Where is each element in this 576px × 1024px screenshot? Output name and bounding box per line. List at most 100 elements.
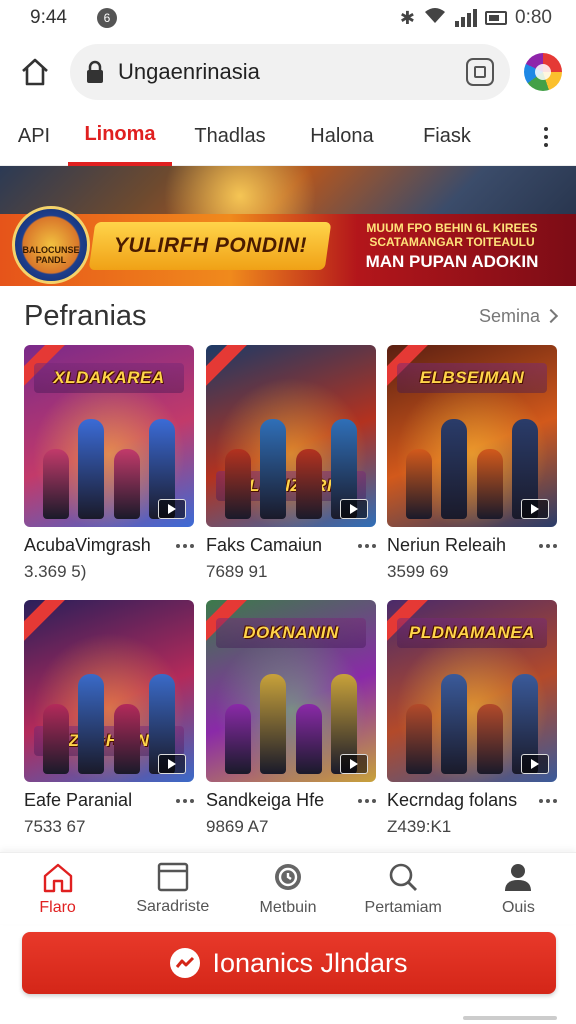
promo-banner[interactable]: BALOCUNSE PANDL YULIRFH PONDIN! MUUM FPO… [0, 166, 576, 286]
wifi-icon [423, 6, 447, 30]
game-card[interactable]: ELRAIZARIN Faks Camaiun 7689 91 [206, 345, 376, 582]
character-figure [224, 449, 251, 519]
game-name: AcubaVimgrash [24, 535, 151, 555]
bluetooth-icon: ✱ [399, 7, 416, 28]
nav-item-saradriste[interactable]: Saradriste [115, 853, 230, 924]
game-card[interactable]: ELBSEIMAN Neriun Releaih 3599 69 [387, 345, 557, 582]
tab-thadlas[interactable]: Thadlas [172, 108, 288, 166]
nav-item-pertamiam[interactable]: Pertamiam [346, 853, 461, 924]
play-badge-icon[interactable] [521, 754, 549, 774]
game-card[interactable]: DOKNANIN Sandkeiga Hfe 9869 A7 [206, 600, 376, 837]
banner-promo-line1: MUUM FPO BEHIN 6L KIREES [366, 221, 538, 235]
game-card[interactable]: ZAGHIAN Eafe Paranial 7533 67 [24, 600, 194, 837]
character-figure [42, 704, 69, 774]
tab-api[interactable]: API [0, 108, 68, 166]
corner-ribbon [24, 600, 76, 647]
character-figure [113, 449, 140, 519]
game-card[interactable]: XLDAKAREA AcubaVimgrash 3.369 5) [24, 345, 194, 582]
browser-bar: Ungaenrinasia [0, 42, 576, 102]
clock-icon [275, 863, 301, 890]
game-art-title: ELBSEIMAN [397, 363, 547, 393]
corner-ribbon [206, 345, 258, 392]
character-figure [78, 674, 105, 774]
tab-halona[interactable]: Halona [288, 108, 396, 166]
search-icon [389, 863, 418, 891]
game-count: 7689 91 [206, 562, 268, 581]
tab-switcher-button[interactable] [466, 58, 494, 86]
game-count: 9869 A7 [206, 817, 269, 836]
banner-promo-line2: SCATAMANGAR TOITEAULU [369, 235, 535, 249]
character-figure [295, 704, 322, 774]
nav-item-ouis[interactable]: Ouis [461, 853, 576, 924]
tab-linoma[interactable]: Linoma [68, 108, 172, 166]
tab-fiask[interactable]: Fiask [396, 108, 498, 166]
game-count: 3.369 5) [24, 562, 87, 581]
character-figure [78, 419, 105, 519]
game-thumbnail[interactable]: ZAGHIAN [24, 600, 194, 782]
game-count: 3599 69 [387, 562, 449, 581]
more-options-icon[interactable] [176, 543, 194, 548]
character-figure [224, 704, 251, 774]
primary-cta-button[interactable]: Ionanics Jlndars [22, 932, 556, 994]
home-icon [43, 863, 72, 892]
game-thumbnail[interactable]: DOKNANIN [206, 600, 376, 782]
signal-icon [455, 9, 478, 27]
profile-avatar[interactable] [524, 53, 562, 91]
home-button[interactable] [14, 51, 56, 93]
more-options-icon[interactable] [358, 543, 376, 548]
trend-icon [170, 948, 201, 978]
character-figure [476, 449, 503, 519]
chevron-right-icon [543, 308, 559, 324]
character-figure [260, 419, 287, 519]
game-thumbnail[interactable]: PLDNAMANEA [387, 600, 557, 782]
url-text: Ungaenrinasia [118, 59, 260, 84]
play-badge-icon[interactable] [521, 499, 549, 519]
home-icon [22, 58, 48, 86]
window-icon [157, 862, 188, 891]
game-name: Eafe Paranial [24, 790, 133, 810]
notification-icon: 6 [96, 8, 117, 28]
game-art-title: DOKNANIN [216, 618, 366, 648]
banner-badge-text: BALOCUNSE PANDL [22, 245, 80, 265]
game-art-title: PLDNAMANEA [397, 618, 547, 648]
more-options-icon[interactable] [176, 798, 194, 803]
battery-text: 0:80 [515, 7, 552, 28]
character-figure [405, 704, 432, 774]
see-more-label: Semina [478, 305, 540, 326]
character-figure [441, 674, 468, 774]
status-bar: 9:44 6 ✱ 0:80 [0, 0, 576, 36]
banner-headline: YULIRFH PONDIN! [113, 234, 307, 257]
game-card[interactable]: PLDNAMANEA Kecrndag folans Z439:K1 [387, 600, 557, 837]
play-badge-icon[interactable] [340, 499, 368, 519]
game-thumbnail[interactable]: ELRAIZARIN [206, 345, 376, 527]
nav-item-metbuin[interactable]: Metbuin [230, 853, 345, 924]
banner-headline-pill: YULIRFH PONDIN! [88, 222, 332, 270]
character-figure [260, 674, 287, 774]
nav-label: Pertamiam [364, 898, 442, 916]
address-bar[interactable]: Ungaenrinasia [70, 44, 510, 100]
banner-badge: BALOCUNSE PANDL [12, 206, 90, 284]
character-figure [405, 449, 432, 519]
cta-label: Ionanics Jlndars [212, 947, 408, 978]
nav-label: Ouis [501, 898, 535, 916]
more-options-icon[interactable] [544, 126, 548, 147]
play-badge-icon[interactable] [158, 754, 186, 774]
more-options-icon[interactable] [539, 543, 557, 548]
game-name: Kecrndag folans [387, 790, 518, 810]
play-badge-icon[interactable] [158, 499, 186, 519]
character-figure [476, 704, 503, 774]
category-tabs: API Linoma Thadlas Halona Fiask [0, 108, 576, 166]
more-options-icon[interactable] [539, 798, 557, 803]
play-badge-icon[interactable] [340, 754, 368, 774]
nav-item-flaro[interactable]: Flaro [0, 853, 115, 924]
game-name: Neriun Releaih [387, 535, 507, 555]
lock-icon [87, 60, 103, 83]
game-thumbnail[interactable]: ELBSEIMAN [387, 345, 557, 527]
game-count: 7533 67 [24, 817, 86, 836]
bottom-navigation: Flaro Saradriste Metbuin Pertamiam Ouis [0, 852, 576, 924]
nav-label: Flaro [39, 898, 76, 916]
more-options-icon[interactable] [358, 798, 376, 803]
game-thumbnail[interactable]: XLDAKAREA [24, 345, 194, 527]
see-more-link[interactable]: Semina [478, 305, 559, 327]
battery-icon [485, 11, 508, 25]
